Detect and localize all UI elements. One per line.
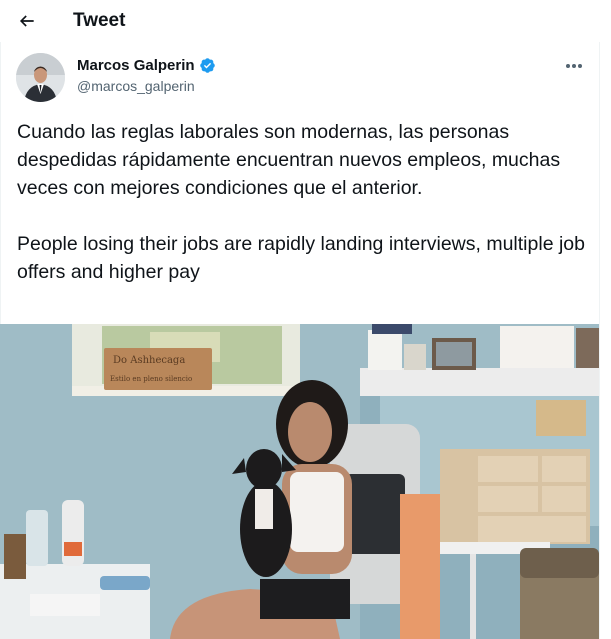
page-title: Tweet [73,10,126,31]
sign-text-line1: Do Ashhecaga [113,355,185,366]
author-handle[interactable]: @marcos_galperin [77,78,195,94]
tweet-text: Cuando las reglas laborales son modernas… [17,118,597,286]
avatar[interactable] [16,53,65,102]
more-horizontal-icon [566,64,582,68]
author-name[interactable]: Marcos Galperin [77,57,216,74]
arrow-left-icon [19,15,34,27]
tweet-image[interactable]: Do Ashhecaga Estilo en pleno silencio [0,324,599,639]
tweet-paragraph-english: People losing their jobs are rapidly lan… [17,233,585,283]
sign-text-line2: Estilo en pleno silencio [110,375,192,383]
page-header: Tweet [0,0,611,42]
back-button[interactable] [14,8,40,34]
verified-badge-icon [199,58,215,73]
tweet-paragraph-spanish: Cuando las reglas laborales son modernas… [17,121,561,199]
author-name-text: Marcos Galperin [77,57,195,74]
more-options-button[interactable] [562,56,586,76]
right-border [599,0,600,639]
